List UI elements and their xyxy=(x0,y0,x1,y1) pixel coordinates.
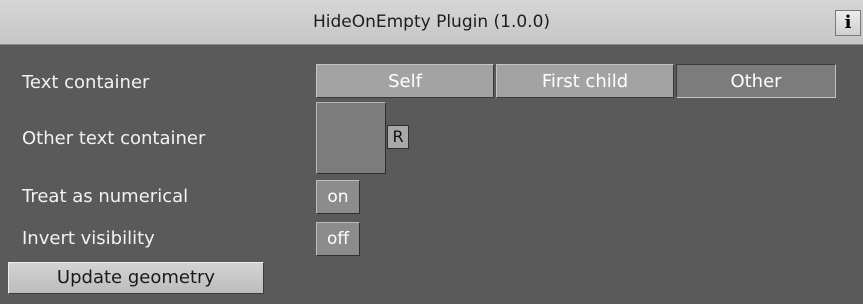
update-geometry-button[interactable]: Update geometry xyxy=(8,262,264,294)
info-icon: i xyxy=(844,12,852,33)
text-container-option-first-child[interactable]: First child xyxy=(496,64,674,98)
title-bar: HideOnEmpty Plugin (1.0.0) i xyxy=(0,0,863,45)
treat-as-numerical-label: Treat as numerical xyxy=(22,186,189,207)
invert-visibility-toggle[interactable]: off xyxy=(316,222,360,256)
text-container-option-other[interactable]: Other xyxy=(676,64,836,98)
window-title: HideOnEmpty Plugin (1.0.0) xyxy=(312,12,551,32)
info-button[interactable]: i xyxy=(835,10,861,36)
text-container-option-self[interactable]: Self xyxy=(316,64,494,98)
invert-visibility-label: Invert visibility xyxy=(22,228,155,249)
text-container-label: Text container xyxy=(22,72,150,93)
other-text-container-label: Other text container xyxy=(22,128,206,149)
reset-button[interactable]: R xyxy=(387,125,409,149)
other-text-container-drop-well[interactable] xyxy=(316,102,386,174)
treat-as-numerical-toggle[interactable]: on xyxy=(316,180,360,214)
